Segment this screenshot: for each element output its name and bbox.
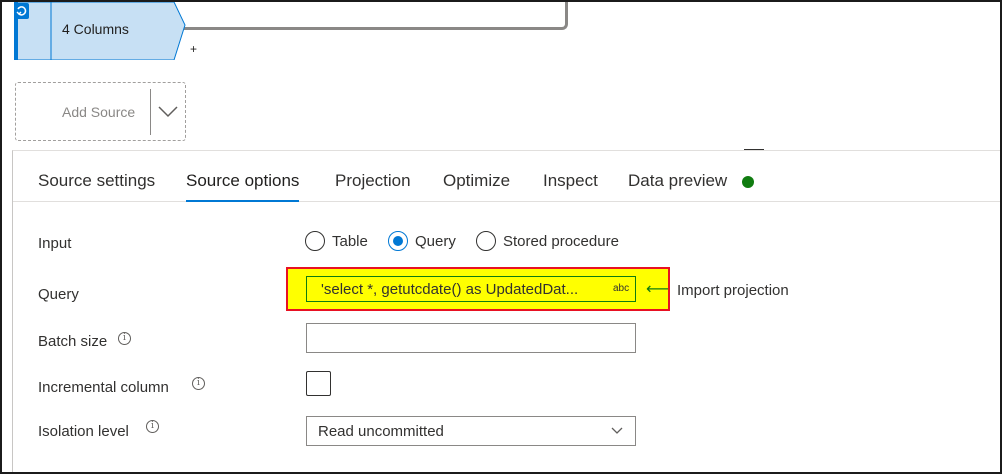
abc-type-badge: abc	[613, 283, 630, 294]
tab-source-options[interactable]: Source options	[186, 171, 300, 202]
radio-query-label[interactable]: Query	[415, 233, 456, 250]
isolation-level-label: Isolation level	[38, 423, 129, 440]
info-icon[interactable]: i	[146, 420, 159, 433]
incremental-column-checkbox[interactable]	[306, 371, 331, 396]
query-text: 'select *, getutcdate() as UpdatedDat...	[321, 281, 579, 298]
info-icon[interactable]: i	[192, 377, 205, 390]
tab-data-preview[interactable]: Data preview	[628, 171, 727, 202]
chevron-down-icon	[611, 427, 623, 434]
add-source-label: Add Source	[62, 104, 136, 120]
tab-source-settings[interactable]: Source settings	[38, 171, 155, 202]
add-source-divider	[150, 89, 151, 135]
incremental-column-label: Incremental column	[38, 379, 169, 396]
isolation-level-dropdown[interactable]: Read uncommitted	[306, 416, 636, 446]
query-input[interactable]: 'select *, getutcdate() as UpdatedDat...…	[306, 276, 636, 302]
tab-bar: Source settings Source options Projectio…	[13, 151, 1001, 202]
dataflow-canvas[interactable]: 4 Columns + Add Source	[2, 0, 1000, 150]
connector-line	[180, 0, 568, 30]
batch-size-label: Batch size	[38, 333, 108, 350]
add-source-button[interactable]: Add Source	[15, 82, 186, 141]
radio-stored-procedure[interactable]	[476, 231, 496, 251]
add-transform-plus-icon[interactable]: +	[190, 43, 197, 55]
status-dot-icon	[742, 176, 754, 188]
input-radio-group: Table Query Stored procedure	[305, 231, 665, 255]
query-label: Query	[38, 286, 79, 303]
isolation-level-value: Read uncommitted	[318, 423, 444, 440]
import-projection-button[interactable]: Import projection	[677, 282, 789, 299]
settings-panel: Source settings Source options Projectio…	[12, 150, 1001, 472]
query-highlight-box: 'select *, getutcdate() as UpdatedDat...…	[286, 267, 670, 311]
source-node[interactable]: 4 Columns +	[14, 2, 197, 60]
source-node-label: 4 Columns	[62, 21, 129, 37]
tab-optimize[interactable]: Optimize	[443, 171, 510, 202]
radio-stored-procedure-label[interactable]: Stored procedure	[503, 233, 619, 250]
info-icon[interactable]: i	[118, 332, 131, 345]
arrow-left-icon: ⟵	[646, 279, 669, 298]
tab-inspect[interactable]: Inspect	[543, 171, 598, 202]
database-icon	[15, 3, 29, 19]
radio-table[interactable]	[305, 231, 325, 251]
radio-table-label[interactable]: Table	[332, 233, 368, 250]
batch-size-input[interactable]	[306, 323, 636, 353]
radio-query[interactable]	[388, 231, 408, 251]
input-label: Input	[38, 235, 72, 252]
chevron-down-icon[interactable]	[157, 104, 179, 118]
tab-projection[interactable]: Projection	[335, 171, 411, 202]
